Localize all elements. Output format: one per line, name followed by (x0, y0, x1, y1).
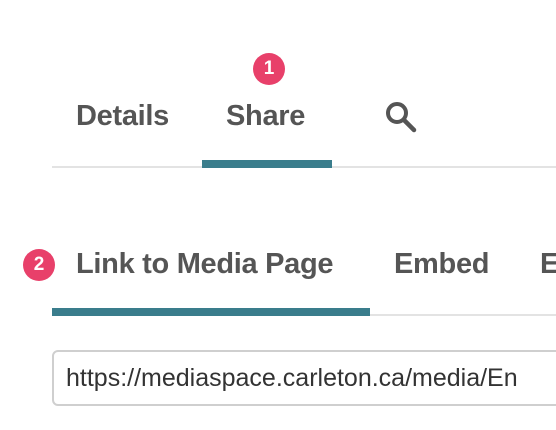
tab-search[interactable] (384, 100, 418, 134)
media-link-field[interactable] (52, 350, 556, 406)
tab-details[interactable]: Details (76, 96, 169, 136)
media-page-share-panel: 1 Details Share 2 Link to Media Page Emb… (0, 0, 556, 430)
step-marker-1: 1 (253, 53, 285, 85)
step-marker-2: 2 (23, 249, 55, 281)
tab-share[interactable]: Share (226, 96, 305, 136)
subtab-embed[interactable]: Embed (394, 244, 489, 284)
subtab-email[interactable]: E (540, 244, 556, 284)
search-icon (386, 102, 417, 133)
subtab-link-to-media-page[interactable]: Link to Media Page (76, 244, 334, 284)
active-tab-indicator (202, 160, 332, 168)
media-link-input[interactable] (66, 352, 556, 404)
active-subtab-indicator (52, 308, 370, 316)
